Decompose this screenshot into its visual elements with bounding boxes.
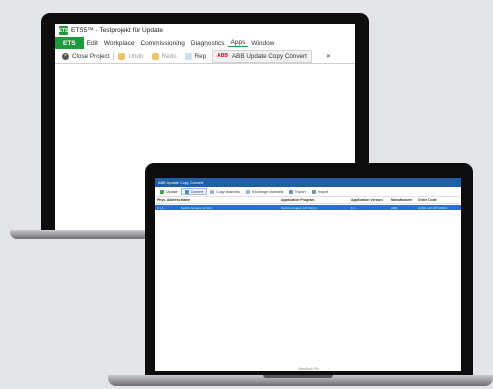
convert-button[interactable]: Convert <box>180 188 208 195</box>
ets-menu-bar: ETS Edit Workplace Commissioning Diagnos… <box>55 37 355 49</box>
report-icon <box>184 52 192 60</box>
col-application-program[interactable]: Application Program <box>279 198 349 202</box>
col-phys-address[interactable]: Phys. Address <box>155 198 180 202</box>
cell-order-code: 2CDG 110 155 R0011 <box>418 205 448 210</box>
update-icon <box>160 189 164 194</box>
app-tab-label: ABB Update Copy Convert <box>231 52 307 60</box>
redo-icon <box>151 52 159 60</box>
update-label: Update <box>166 189 178 194</box>
copy-icon <box>210 189 215 194</box>
app-toolbar: Update Convert Copy channels Exchange ch… <box>155 187 461 197</box>
redo-button[interactable]: Redo <box>148 50 181 63</box>
tab-abb-update-copy-convert[interactable]: ABB ABB Update Copy Convert <box>212 49 312 63</box>
cell-application-program: Switch Actuator 12f 16A/1.1 <box>281 205 318 210</box>
laptop-brand-label: MacBook Pro <box>298 367 320 371</box>
laptop-front-lid: ABB Update Copy Convert Update Convert C… <box>145 163 473 378</box>
abb-app-window: ABB Update Copy Convert Update Convert C… <box>155 178 461 371</box>
copy-channels-button[interactable]: Copy channels <box>207 188 243 195</box>
convert-label: Convert <box>190 189 204 194</box>
export-button[interactable]: Export <box>286 188 308 195</box>
cell-application-version: 1.1 <box>351 205 356 210</box>
abb-logo-icon: ABB <box>217 53 228 59</box>
menu-window[interactable]: Window <box>248 40 277 47</box>
app-title: ABB Update Copy Convert <box>158 180 204 185</box>
cell-name: Switch Actuator 12-fold <box>181 205 212 210</box>
menu-ets[interactable]: ETS <box>55 37 84 49</box>
undo-label: Undo <box>128 52 144 60</box>
import-icon <box>311 189 316 194</box>
ets-logo-icon: ETS <box>58 26 69 35</box>
cell-manufacturer: ABB <box>391 205 398 210</box>
undo-button[interactable]: Undo <box>114 50 147 63</box>
close-tab-icon[interactable]: ✕ <box>326 53 331 60</box>
exchange-icon <box>245 189 250 194</box>
cell-phys-address: 1.1.1 <box>157 205 164 210</box>
col-application-version[interactable]: Application Version <box>349 198 389 202</box>
export-label: Export <box>295 189 306 194</box>
close-project-label: Close Project <box>72 52 110 60</box>
ets-title-bar: ETS ETS5™ - Testprojekt für Update <box>55 24 355 37</box>
col-order-code[interactable]: Order Code <box>416 198 456 202</box>
col-manufacturer[interactable]: Manufacturer <box>389 198 416 202</box>
menu-edit[interactable]: Edit <box>84 40 101 47</box>
reports-button[interactable]: Rep <box>181 50 211 63</box>
menu-diagnostics[interactable]: Diagnostics <box>188 40 228 47</box>
copy-channels-label: Copy channels <box>216 189 240 194</box>
menu-workplace[interactable]: Workplace <box>101 40 138 47</box>
menu-apps[interactable]: Apps <box>227 39 249 47</box>
undo-icon <box>118 52 126 60</box>
update-button[interactable]: Update <box>157 188 181 195</box>
col-name[interactable]: Name <box>179 198 279 202</box>
app-title-bar: ABB Update Copy Convert <box>155 178 461 187</box>
laptop-front-notch <box>263 375 333 378</box>
reports-label: Rep <box>194 52 207 60</box>
ets-toolbar: × Close Project Undo Redo Rep ABB ABB Up… <box>55 49 355 64</box>
close-circle-icon: × <box>62 52 69 60</box>
window-title: ETS5™ - Testprojekt für Update <box>71 27 164 34</box>
table-header: Phys. Address Name Application Program A… <box>155 197 461 204</box>
convert-icon <box>184 189 189 194</box>
exchange-channels-label: Exchange channels <box>251 189 284 194</box>
redo-label: Redo <box>161 52 177 60</box>
table-row[interactable]: 1.1.1 Switch Actuator 12-fold Switch Act… <box>155 205 461 210</box>
laptop-front-base <box>108 375 493 386</box>
exchange-channels-button[interactable]: Exchange channels <box>243 188 286 195</box>
import-button[interactable]: Import <box>309 188 331 195</box>
menu-commissioning[interactable]: Commissioning <box>137 40 187 47</box>
import-label: Import <box>317 189 328 194</box>
export-icon <box>289 189 294 194</box>
close-project-button[interactable]: × Close Project <box>58 50 113 63</box>
